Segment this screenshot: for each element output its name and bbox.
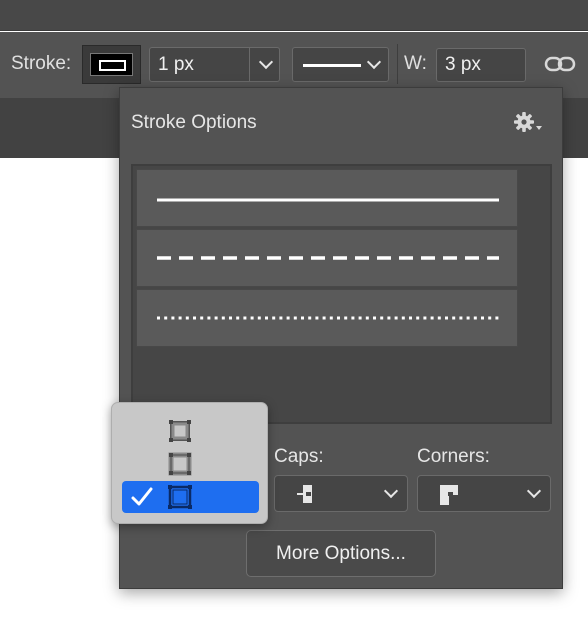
corners-label: Corners:	[417, 446, 490, 467]
stroke-style-dotted[interactable]	[136, 289, 518, 347]
align-inside-option[interactable]	[122, 415, 259, 447]
stroke-rect-icon	[99, 60, 126, 71]
stroke-color-preview	[90, 53, 133, 76]
panel-title: Stroke Options	[131, 112, 257, 133]
link-icon[interactable]	[544, 52, 576, 76]
top-strip	[0, 0, 588, 31]
width-field[interactable]: 3 px	[436, 48, 526, 82]
solid-line-icon	[303, 64, 361, 67]
stroke-style-list	[131, 164, 552, 424]
chevron-down-icon[interactable]	[258, 54, 274, 70]
checkmark-icon	[131, 487, 153, 506]
dashed-line-icon	[157, 256, 499, 260]
caps-dropdown[interactable]	[274, 475, 408, 512]
align-outside-icon	[168, 485, 192, 509]
dotted-line-icon	[157, 316, 499, 320]
chevron-down-icon[interactable]	[526, 483, 542, 499]
stroke-color-swatch[interactable]	[82, 45, 141, 84]
align-center-icon	[168, 452, 192, 476]
chevron-down-icon[interactable]	[366, 54, 382, 70]
butt-cap-icon	[297, 485, 312, 503]
stroke-width-value[interactable]: 1 px	[158, 49, 194, 81]
gear-icon[interactable]	[511, 110, 547, 136]
width-value[interactable]: 3 px	[445, 49, 481, 81]
more-options-button[interactable]: More Options...	[246, 530, 436, 577]
align-outside-option[interactable]	[122, 481, 259, 513]
divider	[249, 48, 250, 81]
toolbar-divider	[397, 44, 398, 84]
stroke-align-popup	[111, 402, 268, 524]
stroke-style-solid[interactable]	[136, 169, 518, 227]
width-label: W:	[404, 53, 427, 74]
stroke-style-dropdown[interactable]	[292, 47, 389, 82]
align-center-option[interactable]	[122, 448, 259, 480]
stroke-label: Stroke:	[11, 53, 72, 74]
miter-join-icon	[440, 485, 458, 505]
caps-label: Caps:	[274, 446, 324, 467]
corners-dropdown[interactable]	[417, 475, 551, 512]
stroke-width-field[interactable]: 1 px	[149, 47, 280, 82]
stroke-style-dashed[interactable]	[136, 229, 518, 287]
align-inside-icon	[169, 420, 191, 442]
chevron-down-icon[interactable]	[383, 483, 399, 499]
solid-line-icon	[157, 198, 499, 202]
